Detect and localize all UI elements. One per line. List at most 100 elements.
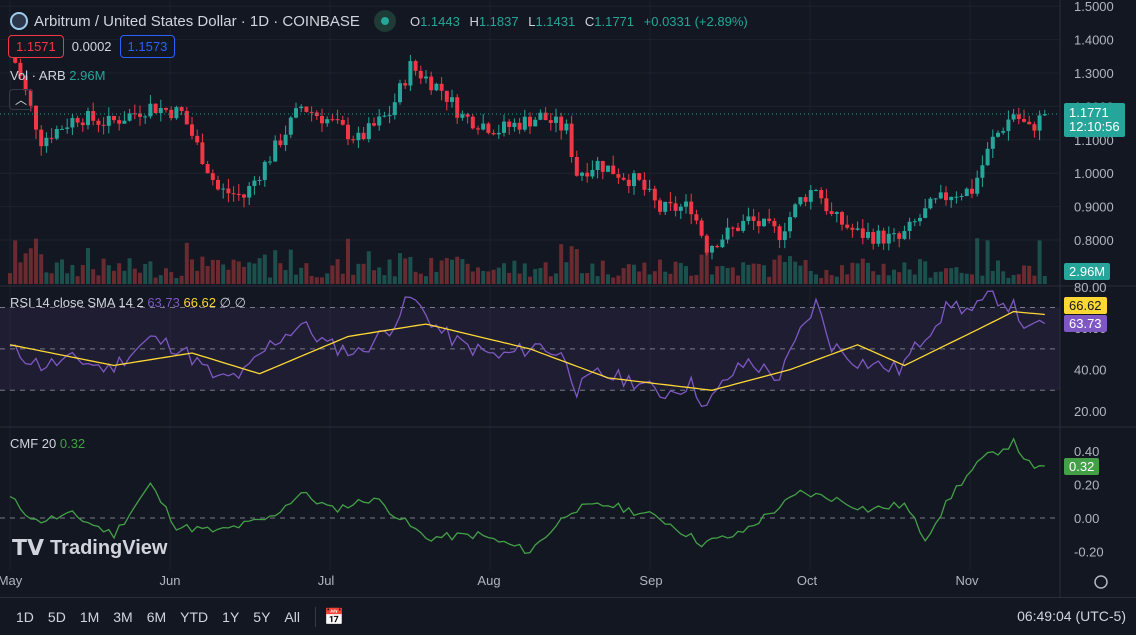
volume-bar — [112, 270, 116, 284]
volume-bar — [325, 273, 330, 284]
candle-body — [528, 116, 532, 127]
volume-bar — [257, 258, 262, 284]
candle-body — [268, 161, 272, 163]
volume-bar — [741, 262, 746, 284]
volume-bar — [372, 270, 376, 284]
range-1y[interactable]: 1Y — [215, 609, 246, 625]
range-all[interactable]: All — [277, 609, 307, 625]
candle-body — [855, 228, 860, 230]
range-1d[interactable]: 1D — [9, 609, 41, 625]
clock[interactable]: 06:49:04 (UTC-5) — [1017, 608, 1126, 624]
collapse-legend-button[interactable]: ︿ — [9, 89, 33, 110]
bottom-toolbar: 1D 5D 1M 3M 6M YTD 1Y 5Y All 📅 06:49:04 (UTC-5) — [0, 597, 1136, 635]
candle-body — [455, 97, 460, 118]
volume-bar — [346, 238, 350, 284]
cmf-axis-label: -0.20 — [1074, 545, 1104, 560]
volume-bar — [1032, 275, 1037, 284]
candle-body — [964, 188, 969, 197]
candle-body — [793, 204, 798, 218]
candle-body — [164, 108, 168, 110]
volume-bar — [762, 265, 766, 284]
range-1m[interactable]: 1M — [73, 609, 106, 625]
volume-bar — [106, 265, 111, 284]
volume-bar — [902, 262, 907, 284]
range-5y[interactable]: 5Y — [246, 609, 277, 625]
candle-body — [798, 197, 803, 205]
candle-body — [112, 115, 116, 121]
volume-bar — [637, 271, 642, 284]
volume-bar — [923, 261, 928, 284]
candle-body — [554, 116, 558, 123]
candle-body — [502, 121, 506, 133]
candle-body — [574, 157, 579, 176]
buy-button[interactable]: 1.1573 — [119, 35, 176, 58]
candle-body — [954, 196, 959, 198]
candle-body — [507, 121, 512, 128]
candle-body — [470, 116, 475, 129]
candle-body — [366, 123, 371, 140]
volume-bar — [777, 255, 782, 284]
candle-body — [429, 76, 434, 91]
candle-body — [912, 221, 917, 223]
volume-bar — [439, 260, 444, 284]
range-6m[interactable]: 6M — [140, 609, 173, 625]
volume-bar — [122, 270, 127, 284]
volume-bar — [710, 274, 714, 284]
date-range-icon[interactable]: 📅 — [324, 607, 344, 627]
candle-body — [658, 200, 662, 212]
volume-bar — [678, 262, 683, 284]
candle-body — [725, 227, 730, 240]
candle-body — [600, 160, 605, 172]
range-ytd[interactable]: YTD — [173, 609, 215, 625]
rsi-sma-tag: 66.62 — [1064, 297, 1107, 314]
volume-bar — [606, 274, 610, 284]
volume-bar — [387, 259, 392, 284]
volume-bar — [668, 273, 673, 284]
volume-bar — [647, 274, 652, 284]
candle-body — [330, 119, 335, 121]
volume-bar — [252, 263, 257, 284]
candle-body — [122, 120, 127, 124]
candle-body — [626, 179, 631, 187]
candle-body — [673, 203, 678, 211]
settings-gear-icon[interactable] — [1094, 575, 1108, 589]
range-3m[interactable]: 3M — [106, 609, 139, 625]
candle-body — [684, 201, 688, 207]
market-status-icon[interactable] — [373, 10, 396, 32]
candle-body — [1037, 115, 1042, 131]
sell-button[interactable]: 1.1571 — [8, 35, 64, 58]
candle-body — [117, 120, 122, 124]
candle-body — [517, 122, 522, 130]
volume-bar — [288, 249, 293, 284]
candle-body — [902, 231, 907, 239]
volume-bar — [522, 263, 527, 284]
candle-body — [996, 132, 1000, 137]
volume-bar — [13, 240, 18, 284]
volume-bar — [460, 259, 465, 284]
volume-bar — [611, 277, 616, 284]
candle-body — [158, 108, 163, 114]
candle-body — [80, 122, 85, 126]
candle-body — [756, 220, 761, 227]
volume-bar — [652, 271, 657, 284]
candle-body — [190, 124, 194, 136]
volume-bar — [496, 267, 501, 284]
range-5d[interactable]: 5D — [41, 609, 73, 625]
volume-bar — [996, 260, 1000, 284]
symbol-title[interactable]: Arbitrum / United States Dollar · 1D · C… — [34, 13, 360, 30]
candle-body — [65, 127, 70, 129]
volume-bar — [465, 263, 470, 284]
candle-body — [1032, 124, 1037, 131]
volume-bar — [60, 259, 64, 284]
candle-body — [346, 124, 350, 140]
volume-bar — [283, 270, 288, 284]
volume-bar — [148, 261, 153, 284]
candle-body — [387, 115, 392, 117]
volume-bar — [855, 263, 860, 284]
volume-bar — [502, 263, 506, 284]
rsi-legend: RSI 14 close SMA 14 2 63.73 66.62 ∅ ∅ — [10, 295, 246, 310]
candle-body — [928, 198, 933, 209]
candle-body — [273, 140, 278, 162]
candle-body — [980, 165, 985, 178]
time-axis-label: Aug — [477, 573, 500, 588]
